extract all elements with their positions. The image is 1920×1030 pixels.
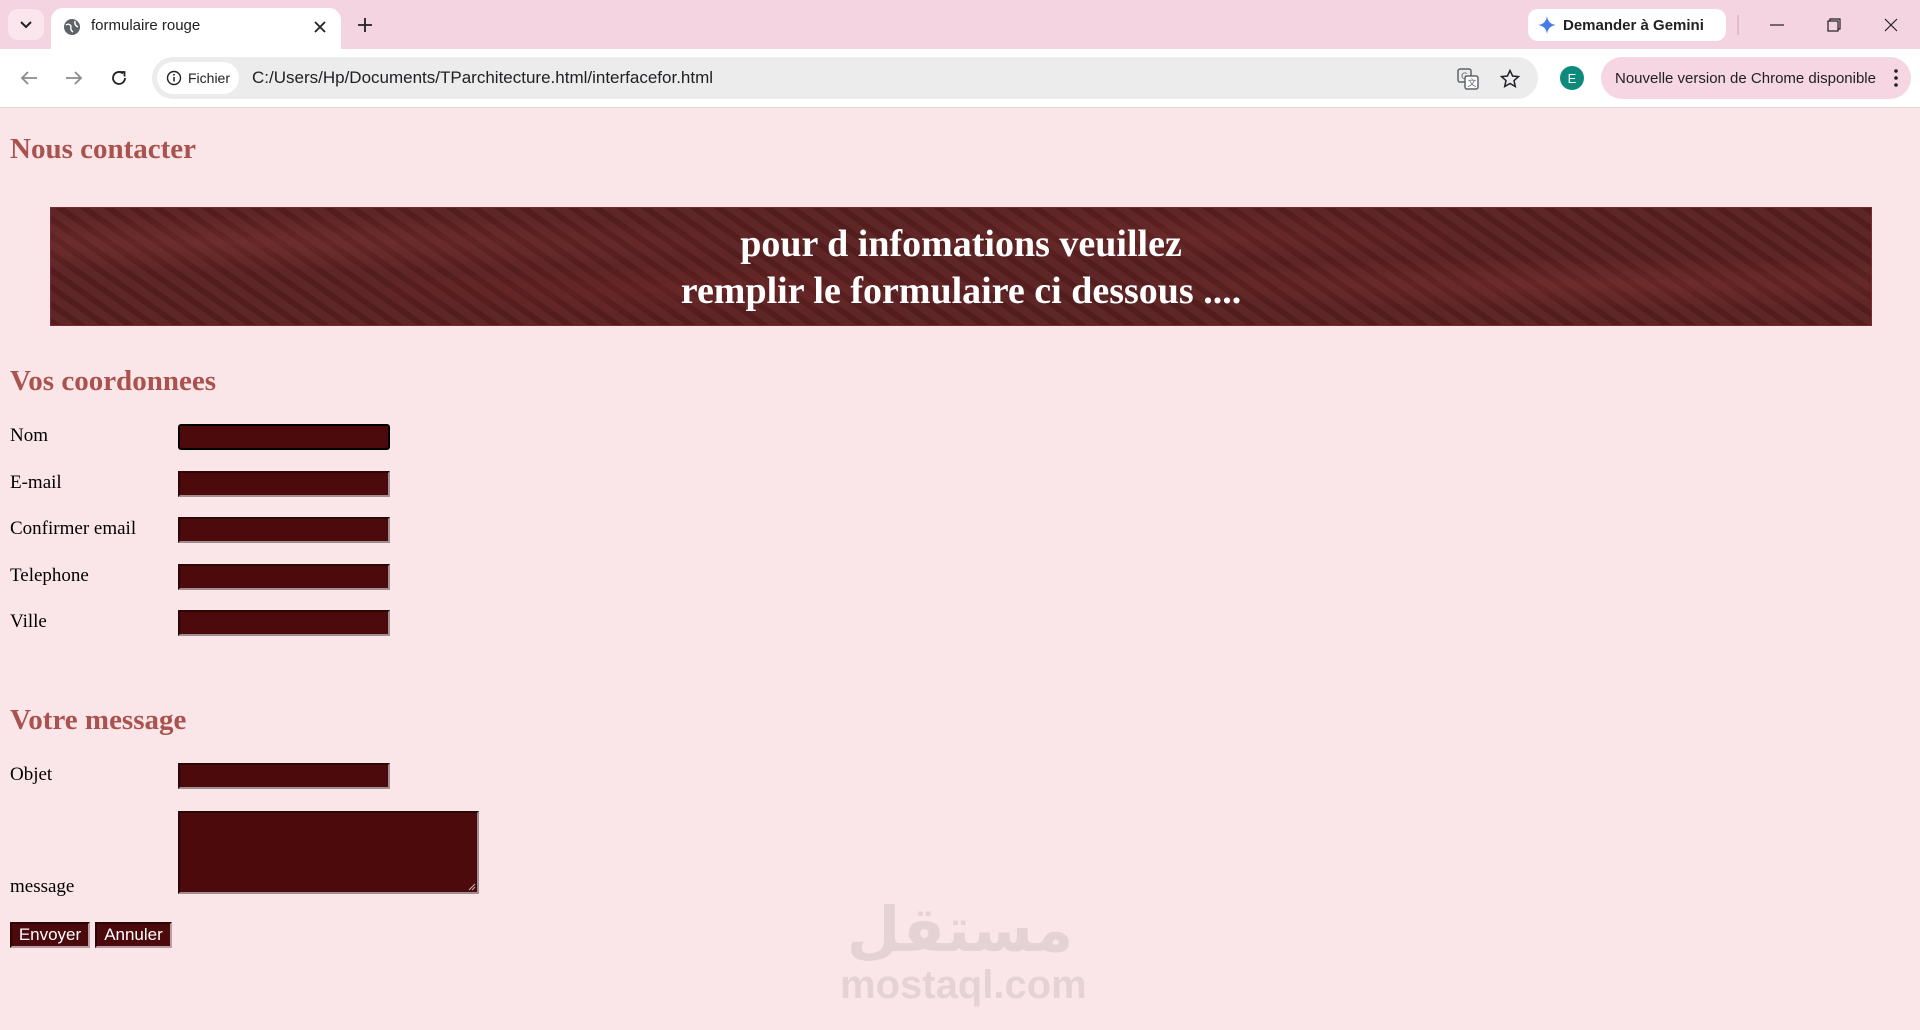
- objet-label: Objet: [10, 764, 53, 785]
- chrome-update-button[interactable]: Nouvelle version de Chrome disponible: [1601, 57, 1911, 99]
- browser-toolbar: Fichier C:/Users/Hp/Documents/TParchitec…: [0, 49, 1920, 108]
- globe-icon: [64, 19, 80, 35]
- restore-icon: [1827, 18, 1841, 32]
- watermark-logo: مستقل mostaql.com: [840, 893, 1087, 1015]
- chrome-update-label: Nouvelle version de Chrome disponible: [1615, 69, 1876, 87]
- nom-label: Nom: [10, 425, 48, 446]
- confirm-email-label: Confirmer email: [10, 518, 137, 539]
- nom-input[interactable]: [178, 424, 390, 450]
- tab-bar: formulaire rouge Demander à Gemini: [0, 0, 1920, 49]
- svg-text:文: 文: [1468, 77, 1477, 89]
- forward-button[interactable]: [59, 63, 89, 93]
- site-info-label: Fichier: [188, 70, 231, 86]
- reload-button[interactable]: [104, 63, 134, 93]
- close-window-button[interactable]: [1877, 12, 1905, 38]
- telephone-input[interactable]: [178, 564, 390, 590]
- close-icon: [1884, 18, 1898, 32]
- tab-title: formulaire rouge: [91, 17, 201, 34]
- resize-grip-icon[interactable]: [468, 883, 476, 891]
- chevron-down-icon: [20, 20, 32, 28]
- submit-button[interactable]: Envoyer: [10, 922, 90, 948]
- back-button[interactable]: [14, 63, 44, 93]
- watermark-latin: mostaql.com: [840, 963, 1087, 1007]
- translate-button[interactable]: G文: [1456, 67, 1480, 91]
- watermark-arabic: مستقل: [846, 893, 1074, 966]
- ville-input[interactable]: [178, 610, 390, 636]
- banner-line-1: pour d infomations veuillez: [740, 223, 1182, 265]
- close-icon: [314, 21, 326, 33]
- ville-label: Ville: [10, 611, 47, 632]
- reset-button[interactable]: Annuler: [95, 922, 172, 948]
- site-info-chip[interactable]: Fichier: [157, 62, 239, 94]
- info-icon: [166, 70, 182, 86]
- page-title: Nous contacter: [10, 133, 197, 165]
- star-icon: [1500, 69, 1520, 88]
- email-label: E-mail: [10, 472, 62, 493]
- more-options-icon: [1894, 69, 1898, 87]
- active-tab[interactable]: formulaire rouge: [51, 8, 341, 49]
- confirm-email-input[interactable]: [178, 517, 390, 543]
- message-textarea[interactable]: [178, 811, 479, 894]
- email-input[interactable]: [178, 471, 390, 497]
- url-text[interactable]: C:/Users/Hp/Documents/TParchitecture.htm…: [252, 68, 713, 88]
- address-bar[interactable]: Fichier C:/Users/Hp/Documents/TParchitec…: [152, 57, 1538, 99]
- banner-line-2: remplir le formulaire ci dessous ....: [680, 270, 1242, 312]
- new-tab-button[interactable]: [352, 12, 378, 38]
- arrow-right-icon: [66, 71, 83, 85]
- reload-icon: [112, 71, 126, 85]
- bookmark-button[interactable]: [1498, 67, 1522, 91]
- info-banner: pour d infomations veuillez remplir le f…: [50, 207, 1872, 326]
- tab-close-button[interactable]: [309, 16, 331, 38]
- plus-icon: [358, 18, 372, 32]
- section-title-message: Votre message: [10, 704, 187, 736]
- ask-gemini-button[interactable]: Demander à Gemini: [1528, 9, 1726, 41]
- ask-gemini-label: Demander à Gemini: [1563, 16, 1704, 34]
- objet-input[interactable]: [178, 763, 390, 789]
- telephone-label: Telephone: [10, 565, 89, 586]
- tab-search-button[interactable]: [8, 9, 44, 40]
- restore-button[interactable]: [1820, 12, 1848, 38]
- minimize-icon: [1770, 24, 1784, 26]
- section-title-coordinates: Vos coordonnees: [10, 365, 216, 397]
- toolbar-divider: [1737, 15, 1739, 35]
- translate-icon: G文: [1457, 68, 1479, 90]
- profile-avatar[interactable]: E: [1560, 66, 1584, 90]
- minimize-button[interactable]: [1763, 12, 1791, 38]
- message-label: message: [10, 876, 75, 897]
- arrow-left-icon: [20, 71, 37, 85]
- gemini-sparkle-icon: [1538, 16, 1556, 34]
